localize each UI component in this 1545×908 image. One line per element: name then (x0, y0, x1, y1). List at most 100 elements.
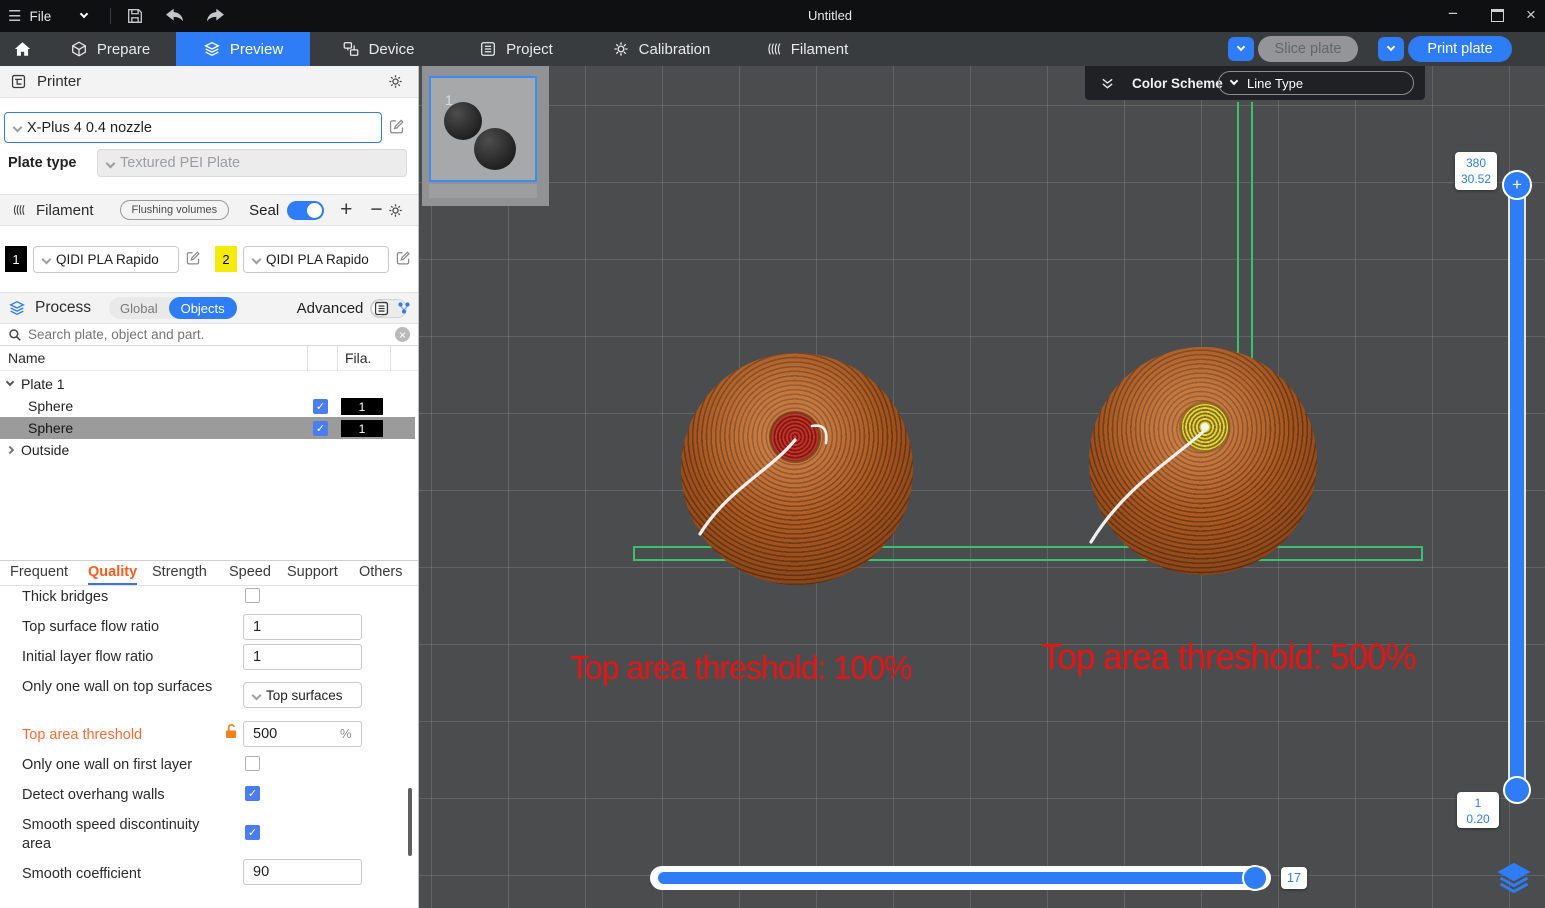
process-structure-icon[interactable] (396, 300, 412, 316)
chevron-down-icon (41, 254, 52, 265)
filament-2-swatch[interactable]: 2 (215, 246, 237, 272)
param-tab-others[interactable]: Others (359, 564, 403, 580)
sphere-object-2[interactable] (1089, 347, 1317, 575)
tab-device[interactable]: Device (310, 32, 446, 66)
color-scheme-select[interactable]: Line Type (1218, 71, 1414, 95)
param-tab-quality-active[interactable]: Quality (88, 564, 138, 585)
annotation-threshold-500: Top area threshold: 500% (1041, 636, 1417, 677)
chevron-down-icon (105, 158, 116, 168)
settings-scrollbar[interactable] (408, 788, 412, 856)
top-surface-flow-ratio-label: Top surface flow ratio (22, 619, 160, 635)
tree-row-plate[interactable]: Plate 1 (0, 373, 418, 395)
filament-1-swatch[interactable]: 1 (5, 246, 27, 272)
filament-settings-gear-icon[interactable] (387, 202, 404, 219)
smooth-coefficient-input[interactable] (243, 859, 362, 885)
home-button[interactable] (0, 32, 44, 66)
top-area-threshold-label: Top area threshold (22, 727, 143, 743)
print-plate-button[interactable]: Print plate (1408, 36, 1512, 62)
tree-row-sphere-1[interactable]: Sphere ✓ 1 (0, 395, 418, 417)
param-tab-speed[interactable]: Speed (229, 564, 271, 580)
tab-project[interactable]: Project (446, 32, 586, 66)
chevron-down-icon (251, 254, 262, 265)
tab-filament[interactable]: Filament (736, 32, 876, 66)
printer-preset-select[interactable]: X-Plus 4 0.4 nozzle (4, 112, 382, 143)
travel-moves-overlay (698, 424, 1207, 544)
filament-1-select[interactable]: QIDI PLA Rapido (33, 246, 179, 273)
modified-lock-icon[interactable] (225, 723, 238, 739)
add-filament-button[interactable]: + (340, 198, 352, 222)
seal-toggle[interactable] (287, 200, 325, 220)
printer-icon (10, 73, 27, 90)
sphere-1-visible-checkbox[interactable]: ✓ (313, 398, 328, 414)
plate-thumbnail[interactable]: 1 (422, 66, 549, 206)
preview-3d-viewport[interactable]: Top area threshold: 100% Top area thresh… (419, 66, 1545, 908)
file-menu[interactable]: File (29, 9, 51, 24)
top-surface-flow-ratio-input[interactable] (243, 614, 362, 640)
param-tab-strength[interactable]: Strength (152, 564, 207, 580)
redo-icon[interactable] (206, 8, 224, 24)
project-list-icon (481, 42, 496, 56)
segment-global[interactable]: Global (109, 301, 169, 316)
window-maximize-button[interactable] (1491, 9, 1504, 22)
print-plate-dropdown-button[interactable] (1378, 37, 1404, 61)
flushing-volumes-button[interactable]: Flushing volumes (119, 200, 230, 220)
process-list-icon[interactable] (373, 300, 390, 317)
process-layers-icon (8, 299, 26, 317)
initial-layer-flow-ratio-input[interactable] (243, 644, 362, 670)
filament-1-edit-icon[interactable] (185, 250, 201, 266)
collapsed-chevron-icon[interactable] (5, 445, 15, 455)
sphere-2-visible-checkbox[interactable]: ✓ (313, 420, 328, 436)
detect-overhang-checkbox[interactable]: ✓ (245, 786, 260, 801)
search-input[interactable] (28, 327, 368, 342)
remove-filament-button[interactable]: − (370, 198, 382, 222)
process-scope-segment: Global Objects (109, 297, 237, 319)
slice-plate-button[interactable]: Slice plate (1258, 36, 1358, 62)
layer-top-height: 30.52 (1460, 172, 1492, 186)
printer-edit-icon[interactable] (388, 118, 405, 135)
tab-prepare[interactable]: Prepare (44, 32, 176, 66)
slice-plate-dropdown-button[interactable] (1228, 37, 1254, 61)
top-area-threshold-unit: % (340, 726, 352, 741)
tab-calibration[interactable]: Calibration (586, 32, 736, 66)
file-menu-chevron-icon[interactable] (79, 9, 89, 19)
search-clear-icon[interactable]: × (395, 327, 410, 342)
save-icon[interactable] (126, 7, 144, 25)
advanced-label: Advanced (296, 299, 364, 317)
sphere-1-filament-badge[interactable]: 1 (341, 398, 383, 415)
undo-icon[interactable] (166, 8, 184, 24)
move-slider-groove[interactable] (650, 865, 1271, 891)
expand-chevron-icon[interactable] (5, 377, 15, 387)
window-close-button[interactable]: × (1526, 5, 1536, 25)
move-slider-handle[interactable] (1242, 865, 1268, 891)
layer-slider-top-handle[interactable]: + (1502, 170, 1532, 200)
param-tab-frequent[interactable]: Frequent (10, 564, 68, 580)
title-bar: ☰ File Untitled − × (0, 0, 1545, 32)
filament-2-select[interactable]: QIDI PLA Rapido (243, 246, 389, 273)
collapse-double-chevron-icon[interactable] (1100, 77, 1115, 90)
smooth-speed-checkbox[interactable]: ✓ (245, 825, 260, 840)
only-one-wall-first-checkbox[interactable] (245, 756, 260, 771)
column-divider (307, 346, 308, 371)
printer-settings-gear-icon[interactable] (387, 73, 404, 90)
tab-project-label: Project (506, 40, 553, 58)
filament-section-title: Filament (36, 201, 94, 219)
slice-plate-label: Slice plate (1274, 41, 1342, 57)
segment-objects[interactable]: Objects (168, 297, 237, 319)
filament-1-value: QIDI PLA Rapido (56, 252, 159, 267)
window-minimize-button[interactable]: − (1448, 4, 1458, 24)
tree-row-outside[interactable]: Outside (0, 439, 418, 461)
param-tab-support[interactable]: Support (287, 564, 338, 580)
filament-2-edit-icon[interactable] (395, 250, 411, 266)
sphere-object-1[interactable] (681, 353, 913, 585)
layer-slider-bottom-handle[interactable] (1503, 776, 1531, 804)
only-one-wall-top-select[interactable]: Top surfaces (243, 682, 362, 708)
hamburger-menu-icon[interactable]: ☰ (8, 7, 21, 25)
plate-type-select[interactable]: Textured PEI Plate (97, 149, 407, 177)
layer-view-icon[interactable] (1495, 860, 1533, 896)
layer-slider-track[interactable] (1510, 180, 1524, 798)
tree-row-sphere-2-selected[interactable]: Sphere ✓ 1 (0, 417, 415, 439)
tab-prepare-label: Prepare (96, 40, 151, 58)
tab-preview[interactable]: Preview (176, 32, 310, 66)
thick-bridges-checkbox[interactable] (245, 588, 260, 603)
sphere-2-filament-badge[interactable]: 1 (341, 420, 383, 437)
